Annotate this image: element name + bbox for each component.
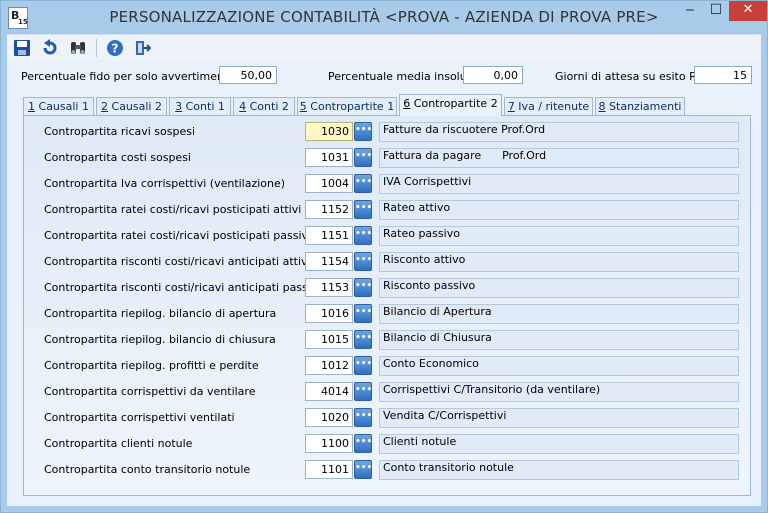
- account-description: Clienti notule: [379, 434, 739, 454]
- account-code-input[interactable]: 1153: [305, 278, 353, 297]
- account-description: Fatture da riscuotere Prof.Ord: [379, 122, 739, 142]
- tab-causali-2[interactable]: 2 Causali 2: [96, 97, 167, 115]
- row-label: Contropartita ricavi sospesi: [44, 125, 196, 138]
- tab-hotkey: 1: [28, 100, 36, 113]
- account-description: Conto Economico: [379, 356, 739, 376]
- svg-text:?: ?: [112, 42, 119, 56]
- window-title: PERSONALIZZAZIONE CONTABILITÀ <PROVA - A…: [109, 8, 659, 26]
- account-code-input[interactable]: 1030: [305, 122, 353, 141]
- lookup-button[interactable]: •••: [354, 356, 372, 375]
- row-label: Contropartita costi sospesi: [44, 151, 191, 164]
- row-label: Contropartita ratei costi/ricavi postici…: [44, 203, 302, 216]
- tab-conti-2[interactable]: 4 Conti 2: [233, 97, 295, 115]
- tab-iva-ritenute[interactable]: 7 Iva / ritenute: [504, 97, 593, 115]
- rb-wait-days-input[interactable]: 15: [694, 66, 752, 84]
- account-description: Risconto passivo: [379, 278, 739, 298]
- tab-label: Conti 2: [246, 100, 289, 113]
- lookup-button[interactable]: •••: [354, 304, 372, 323]
- tab-label: Contropartite 2: [410, 97, 498, 110]
- toolbar: ?: [7, 34, 761, 61]
- account-code-input[interactable]: 1012: [305, 356, 353, 375]
- row-label: Contropartita clienti notule: [44, 437, 193, 450]
- tab-label: Stanziamenti: [605, 100, 682, 113]
- row-label: Contropartita riepilog. bilancio di chiu…: [44, 333, 276, 346]
- help-icon[interactable]: ?: [105, 38, 125, 58]
- account-code-input[interactable]: 1004: [305, 174, 353, 193]
- tab-label: Iva / ritenute: [514, 100, 590, 113]
- account-code-input[interactable]: 1020: [305, 408, 353, 427]
- lookup-button[interactable]: •••: [354, 382, 372, 401]
- rb-wait-days-label: Giorni di attesa su esito RB: [555, 70, 705, 83]
- row-label: Contropartita ratei costi/ricavi postici…: [44, 229, 312, 242]
- tab-hotkey: 8: [598, 100, 606, 113]
- binoculars-icon[interactable]: [68, 38, 88, 58]
- account-description: Rateo attivo: [379, 200, 739, 220]
- account-description: Bilancio di Apertura: [379, 304, 739, 324]
- account-description: Rateo passivo: [379, 226, 739, 246]
- application-window: B 15 PERSONALIZZAZIONE CONTABILITÀ <PROV…: [0, 0, 768, 513]
- lookup-button[interactable]: •••: [354, 252, 372, 271]
- tab-label: Causali 2: [108, 100, 162, 113]
- account-description: Corrispettivi C/Transitorio (da ventilar…: [379, 382, 739, 402]
- tab-hotkey: 7: [507, 100, 515, 113]
- lookup-button[interactable]: •••: [354, 174, 372, 193]
- account-code-input[interactable]: 4014: [305, 382, 353, 401]
- title-bar[interactable]: B 15 PERSONALIZZAZIONE CONTABILITÀ <PROV…: [1, 1, 767, 33]
- tab-label: Contropartite 1: [306, 100, 395, 113]
- tab-label: Causali 1: [35, 100, 89, 113]
- row-label: Contropartita corrispettivi da ventilare: [44, 385, 256, 398]
- tab-hotkey: 5: [299, 100, 307, 113]
- lookup-button[interactable]: •••: [354, 148, 372, 167]
- lookup-button[interactable]: •••: [354, 122, 372, 141]
- tab-stanziamenti[interactable]: 8 Stanziamenti: [595, 97, 685, 115]
- lookup-button[interactable]: •••: [354, 278, 372, 297]
- row-label: Contropartita risconti costi/ricavi anti…: [44, 255, 311, 268]
- row-label: Contropartita corrispettivi ventilati: [44, 411, 235, 424]
- insoluti-percentage-label: Percentuale media insoluti: [328, 70, 475, 83]
- lookup-button[interactable]: •••: [354, 200, 372, 219]
- account-description: Fattura da pagare Prof.Ord: [379, 148, 739, 168]
- account-code-input[interactable]: 1015: [305, 330, 353, 349]
- minimize-button[interactable]: ‒: [677, 1, 703, 21]
- fido-percentage-label: Percentuale fido per solo avvertimento: [21, 70, 235, 83]
- fido-percentage-input[interactable]: 50,00: [219, 66, 277, 84]
- account-code-input[interactable]: 1151: [305, 226, 353, 245]
- account-code-input[interactable]: 1031: [305, 148, 353, 167]
- account-code-input[interactable]: 1016: [305, 304, 353, 323]
- save-icon[interactable]: [12, 38, 32, 58]
- account-description: Risconto attivo: [379, 252, 739, 272]
- lookup-button[interactable]: •••: [354, 434, 372, 453]
- content-area: Percentuale fido per solo avvertimento 5…: [7, 60, 761, 506]
- row-label: Contropartita conto transitorio notule: [44, 463, 251, 476]
- account-description: Vendita C/Corrispettivi: [379, 408, 739, 428]
- account-code-input[interactable]: 1100: [305, 434, 353, 453]
- lookup-button[interactable]: •••: [354, 330, 372, 349]
- exit-icon[interactable]: [132, 38, 152, 58]
- account-description: Conto transitorio notule: [379, 460, 739, 480]
- row-label: Contropartita riepilog. profitti e perdi…: [44, 359, 259, 372]
- row-label: Contropartita riepilog. bilancio di aper…: [44, 307, 277, 320]
- tab-hotkey: 2: [101, 100, 109, 113]
- tab-contropartite-2[interactable]: 6 Contropartite 2: [399, 94, 502, 116]
- maximize-button[interactable]: ☐: [703, 1, 729, 21]
- account-code-input[interactable]: 1154: [305, 252, 353, 271]
- account-description: IVA Corrispettivi: [379, 174, 739, 194]
- lookup-button[interactable]: •••: [354, 408, 372, 427]
- contropartite-2-panel: Contropartita ricavi sospesi 1030 ••• Fa…: [23, 115, 751, 496]
- insoluti-percentage-input[interactable]: 0,00: [463, 66, 523, 84]
- undo-icon[interactable]: [40, 38, 60, 58]
- row-label: Contropartita risconti costi/ricavi anti…: [44, 281, 321, 294]
- tab-conti-1[interactable]: 3 Conti 1: [169, 97, 231, 115]
- row-label: Contropartita Iva corrispettivi (ventila…: [44, 177, 286, 190]
- tab-causali-1[interactable]: 1 Causali 1: [23, 97, 94, 115]
- lookup-button[interactable]: •••: [354, 460, 372, 479]
- tab-label: Conti 1: [182, 100, 225, 113]
- account-code-input[interactable]: 1101: [305, 460, 353, 479]
- toolbar-separator: [96, 39, 97, 57]
- account-description: Bilancio di Chiusura: [379, 330, 739, 350]
- account-code-input[interactable]: 1152: [305, 200, 353, 219]
- tab-contropartite-1[interactable]: 5 Contropartite 1: [297, 97, 397, 115]
- close-button[interactable]: ✕: [729, 1, 767, 21]
- lookup-button[interactable]: •••: [354, 226, 372, 245]
